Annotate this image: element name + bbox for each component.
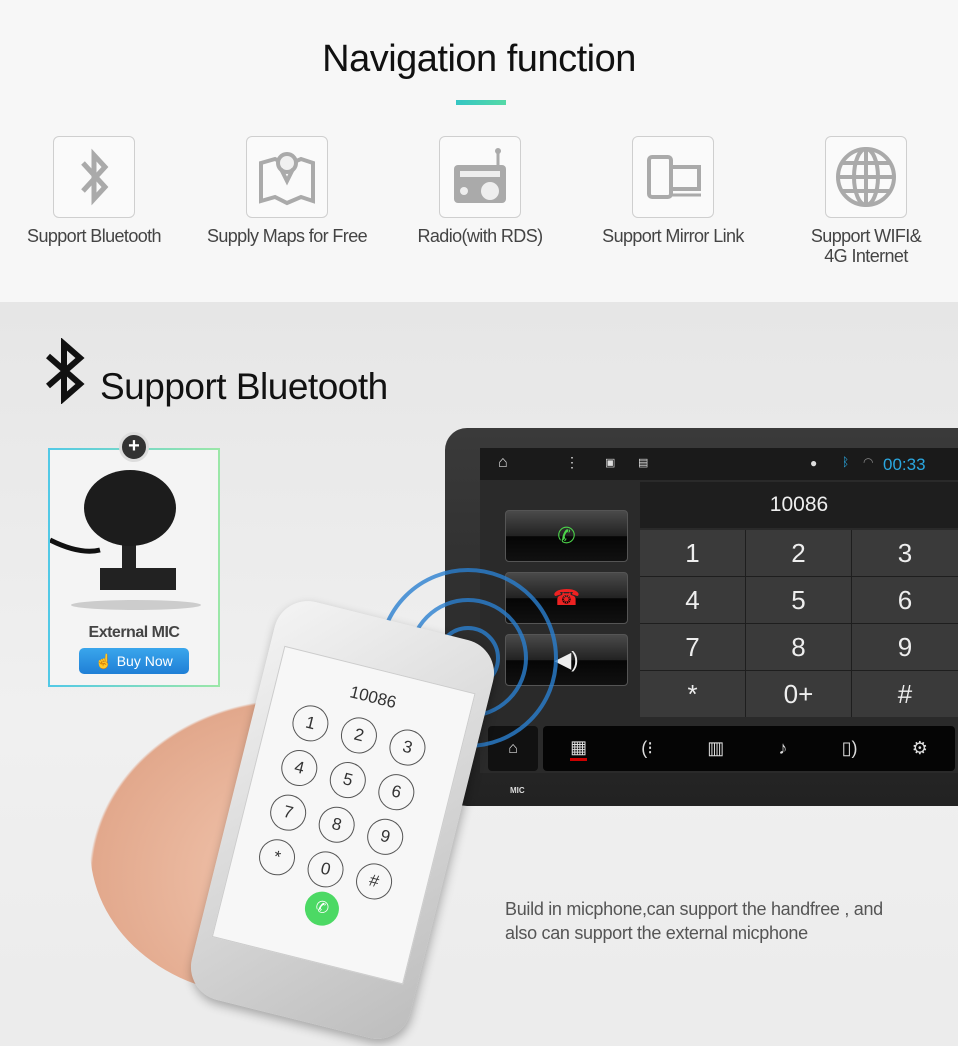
image-icon: ▣ [605, 457, 616, 469]
feature-label: Radio(with RDS) [417, 226, 543, 246]
key-button[interactable]: 6 [374, 770, 419, 815]
status-bar: ⌂ ⋮ ▣ ▤ ● ᛒ ◠ 00:33 [480, 448, 958, 480]
bluetooth-icon [46, 338, 85, 404]
touch-icon: ☝ [95, 652, 113, 669]
bluetooth-icon [81, 148, 109, 206]
feature-maps: Supply Maps for Free [197, 136, 377, 246]
mirror-link-icon [647, 155, 701, 199]
caption: Build in micphone,can support the handfr… [505, 899, 883, 943]
feature-mirror-link: Support Mirror Link [583, 136, 763, 246]
key-button[interactable]: 7 [640, 624, 745, 670]
key-button[interactable]: # [352, 859, 396, 904]
mic-label: External MIC [88, 624, 180, 641]
plus-icon: + [119, 432, 149, 462]
globe-icon [836, 147, 896, 207]
music-icon[interactable]: ♪ [778, 738, 787, 759]
key-button[interactable]: 2 [746, 530, 851, 576]
feature-radio: Radio(with RDS) [390, 136, 570, 246]
key-button[interactable]: 8 [314, 802, 359, 847]
bluetooth-icon: ᛒ [842, 455, 850, 469]
key-button[interactable]: 1 [288, 701, 333, 746]
speaker-icon: ◀) [554, 647, 579, 672]
title-underline [456, 100, 506, 105]
feature-wifi: Support WIFI& 4G Internet [776, 136, 956, 266]
phone-icon: ✆ [557, 523, 576, 548]
mic-label: MIC [510, 786, 525, 795]
key-button[interactable]: 7 [266, 790, 310, 835]
home-icon[interactable]: ⌂ [498, 454, 508, 472]
dialed-number: 10086 [640, 482, 958, 528]
wifi-icon: ◠ [863, 455, 874, 469]
key-button[interactable]: 3 [852, 530, 958, 576]
feature-label: Supply Maps for Free [206, 226, 368, 246]
contacts-icon[interactable]: ▥ [707, 738, 724, 759]
key-button[interactable]: 9 [363, 815, 408, 859]
key-button[interactable]: 2 [337, 713, 381, 758]
key-button[interactable]: * [640, 671, 745, 717]
key-button[interactable]: # [852, 671, 958, 717]
external-mic-card[interactable]: External MIC ☝ Buy Now [48, 448, 220, 687]
menu-icon[interactable]: ⋮ [565, 454, 579, 471]
clock: 00:33 [883, 455, 926, 474]
head-unit-screen: ⌂ ⋮ ▣ ▤ ● ᛒ ◠ 00:33 ✆ ☎ ◀) 10086 123 456 7… [480, 448, 958, 773]
key-button[interactable]: 9 [852, 624, 958, 670]
phone-keypad: 1 2 3 4 5 6 7 8 9 * 0 # [255, 701, 430, 904]
phone-device-icon[interactable]: ▯) [842, 738, 858, 759]
call-log-icon[interactable]: (⁝ [641, 738, 653, 759]
key-button[interactable]: 4 [277, 746, 322, 790]
dial-keypad: 1 2 3 4 5 6 7 8 9 * 0+ # [640, 530, 958, 717]
section-title: Support Bluetooth [100, 366, 388, 407]
microphone-image [50, 470, 201, 610]
key-button[interactable]: 1 [640, 530, 745, 576]
buy-now-button[interactable]: ☝ Buy Now [79, 648, 189, 674]
feature-section: Navigation function Support Bluetooth Su… [0, 0, 958, 302]
home-icon: ⌂ [508, 740, 518, 757]
key-button[interactable]: 0+ [746, 671, 851, 717]
feature-label: Support Bluetooth [27, 226, 162, 246]
location-icon: ● [810, 456, 818, 470]
key-button[interactable]: 4 [640, 577, 745, 623]
key-button[interactable]: 8 [746, 624, 851, 670]
key-button[interactable]: 5 [325, 758, 370, 802]
call-button[interactable]: ✆ [505, 510, 628, 562]
keypad-icon[interactable]: ▦ [570, 737, 588, 761]
key-button[interactable]: * [255, 835, 299, 880]
key-button[interactable]: 6 [852, 577, 958, 623]
feature-label: Support WIFI& 4G Internet [810, 226, 922, 266]
page-title: Navigation function [322, 38, 636, 80]
settings-icon[interactable]: ⚙ [912, 738, 928, 759]
phone-tab-bar: ▦ (⁝ ▥ ♪ ▯) ⚙ [543, 726, 955, 771]
sd-card-icon: ▤ [638, 457, 649, 469]
key-button[interactable]: 3 [385, 725, 430, 770]
map-icon [259, 152, 315, 206]
hangup-icon: ☎ [552, 585, 581, 610]
feature-bluetooth: Support Bluetooth [4, 136, 184, 246]
phone-call-button[interactable]: ✆ [301, 888, 343, 930]
feature-label: Support Mirror Link [602, 226, 744, 246]
key-button[interactable]: 0 [303, 847, 348, 892]
key-button[interactable]: 5 [746, 577, 851, 623]
radio-icon [454, 148, 506, 203]
